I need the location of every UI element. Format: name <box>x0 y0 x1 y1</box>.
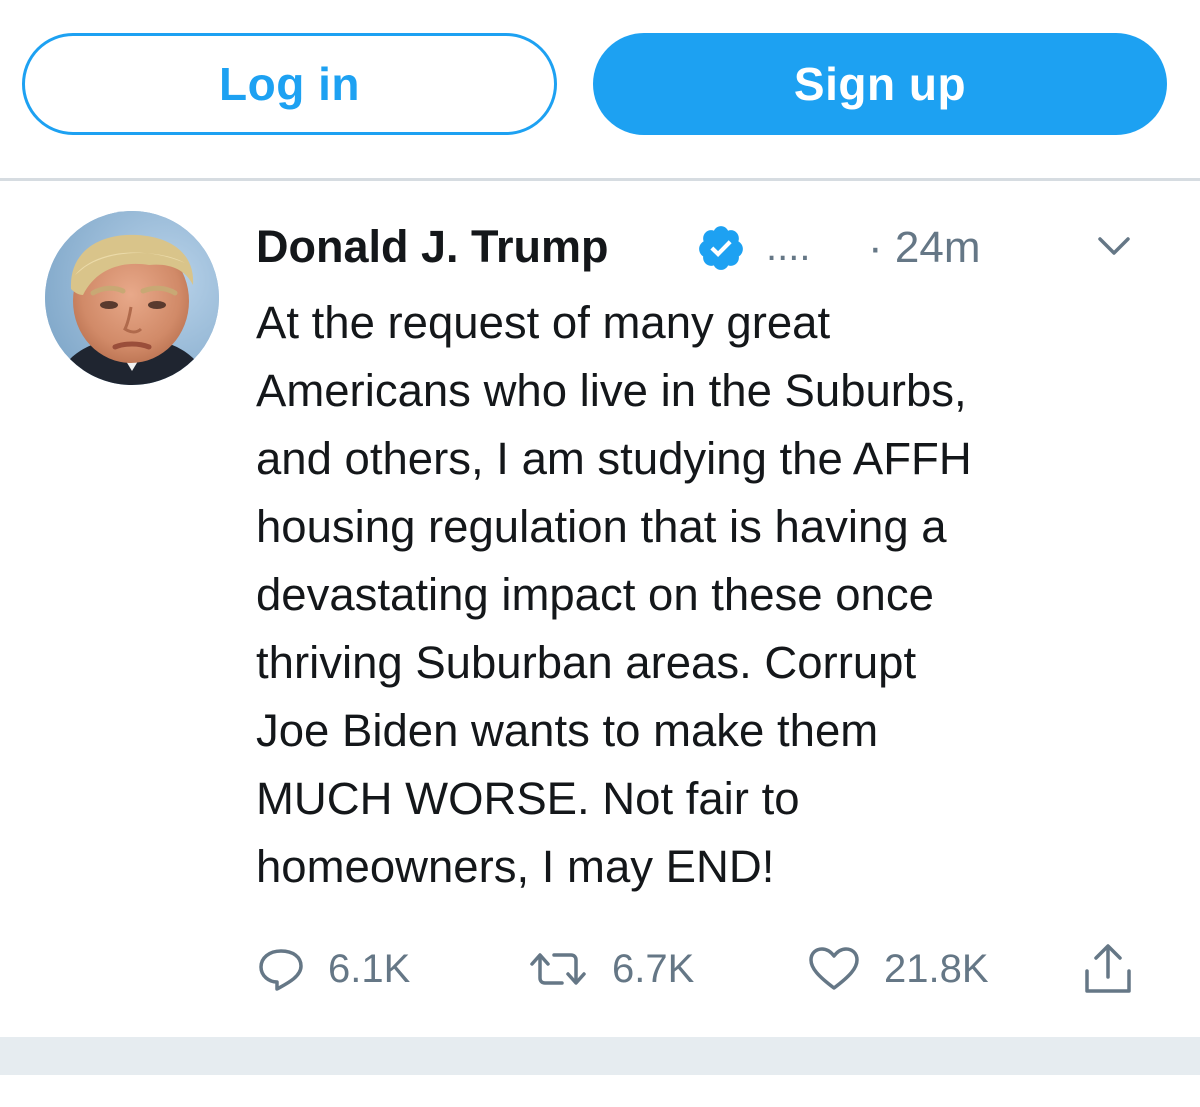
avatar-image <box>45 211 219 385</box>
retweet-icon <box>530 953 586 985</box>
author-handle[interactable]: .... <box>766 225 810 270</box>
reply-icon <box>259 949 303 991</box>
signup-button[interactable]: Sign up <box>593 33 1167 135</box>
avatar[interactable] <box>45 211 219 385</box>
like-count: 21.8K <box>884 946 989 991</box>
footer-separator <box>0 1037 1200 1075</box>
tweet-text: At the request of many great Americans w… <box>256 297 972 892</box>
verified-badge-icon <box>699 226 743 270</box>
author-name[interactable]: Donald J. Trump <box>256 221 609 273</box>
chevron-down-icon[interactable] <box>1094 229 1134 265</box>
retweet-button[interactable]: 6.7K <box>526 939 694 999</box>
tweet[interactable]: Donald J. Trump .... · 24m At the reques… <box>0 181 1200 1035</box>
tweet-actions: 6.1K 6.7K 21.8K <box>256 939 1156 999</box>
retweet-count: 6.7K <box>612 946 695 991</box>
tweet-header: Donald J. Trump .... · 24m <box>256 217 1156 277</box>
share-icon <box>1085 944 1131 993</box>
like-icon <box>809 947 859 990</box>
reply-count: 6.1K <box>328 946 411 991</box>
auth-bar: Log in Sign up <box>0 0 1200 178</box>
like-button[interactable]: 21.8K <box>806 939 989 999</box>
tweet-timestamp[interactable]: · 24m <box>868 223 980 273</box>
reply-button[interactable]: 6.1K <box>256 939 410 999</box>
share-button[interactable] <box>1080 939 1136 999</box>
login-button[interactable]: Log in <box>22 33 557 135</box>
